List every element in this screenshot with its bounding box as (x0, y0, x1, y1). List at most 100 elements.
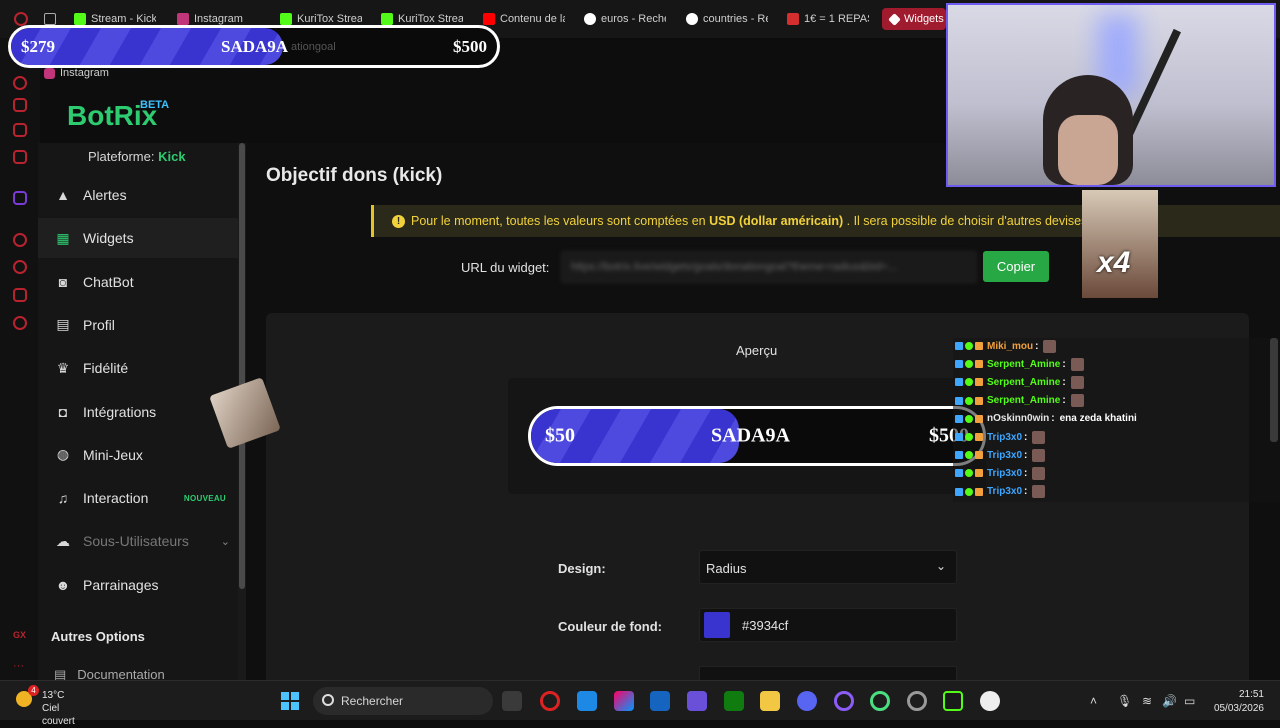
mic-icon[interactable]: 🎙 (1117, 694, 1132, 708)
tab-euros[interactable]: euros - Reche (584, 8, 666, 30)
badge-icon (975, 396, 983, 405)
next-field[interactable] (699, 666, 957, 680)
overlay-goal-name: SADA9A (221, 36, 289, 56)
opera-icon[interactable] (540, 691, 560, 711)
chat-message: Serpent_Amine : (955, 356, 1084, 372)
badge-icon (975, 342, 983, 350)
opera-air-icon[interactable] (834, 691, 854, 711)
tray-chevron-icon[interactable]: ˄ (1090, 694, 1097, 708)
chat-text: ena zeda khatini (1059, 413, 1137, 425)
settings-gear-icon[interactable] (13, 316, 27, 330)
emote-icon (1070, 375, 1084, 389)
sidebar-item-interaction[interactable]: ♫ Interaction NOUVEAU (38, 478, 238, 518)
id-card-icon: ▤ (56, 316, 70, 333)
file-explorer-icon[interactable] (760, 691, 780, 711)
task-view-icon[interactable] (502, 691, 522, 711)
tab-repas[interactable]: 1€ = 1 REPAS (787, 8, 869, 30)
opera-gx-green-icon[interactable] (870, 691, 890, 711)
emote-icon (1070, 394, 1084, 408)
warning-icon: ▲ (56, 187, 70, 203)
badge-icon (975, 451, 983, 460)
gx-mail-icon[interactable] (13, 150, 27, 164)
kick-icon (280, 13, 292, 25)
badge-icon (965, 378, 973, 387)
tasks-icon[interactable] (13, 123, 27, 137)
repas-icon (787, 13, 799, 25)
music-icon: ♫ (57, 490, 69, 507)
tab-countries[interactable]: countries - Re (686, 8, 768, 30)
badge-icon (955, 378, 963, 387)
workspace-icon[interactable] (13, 98, 27, 112)
botrix-icon (888, 12, 901, 26)
chat-username: Trip3x0 (987, 431, 1023, 443)
more-icon[interactable]: ··· (13, 660, 27, 674)
tab-contenu[interactable]: Contenu de la (483, 8, 565, 30)
gamepad-icon: ◍ (56, 446, 70, 463)
design-label: Design: (558, 561, 606, 576)
kick-app-icon[interactable] (943, 691, 963, 711)
xbox-icon[interactable] (724, 691, 744, 711)
sidebar-scroll-thumb[interactable] (239, 143, 245, 589)
history-icon[interactable] (13, 260, 27, 274)
taskbar-search[interactable]: Rechercher (313, 687, 493, 715)
page-scrollbar[interactable] (1270, 338, 1278, 442)
sidebar-item-chatbot[interactable]: ◙ ChatBot (38, 262, 238, 302)
aria-icon[interactable] (13, 76, 27, 90)
new-badge: NOUVEAU (183, 493, 226, 503)
bg-color-label: Couleur de fond: (558, 619, 662, 634)
weather-widget[interactable]: 4 13°C Ciel couvert (16, 685, 75, 727)
badge-icon (965, 451, 973, 460)
app-icon[interactable] (687, 691, 707, 711)
player-icon[interactable] (13, 233, 27, 247)
windows-taskbar: 4 13°C Ciel couvert Rechercher ˄ 🎙 ≋ 🔊 ▭ … (0, 680, 1280, 727)
sidebar-item-profil[interactable]: ▤ Profil (38, 305, 238, 345)
users-icon: ☁ (56, 532, 70, 549)
sidebar-item-integrations[interactable]: ◘ Intégrations (38, 392, 238, 432)
store-icon[interactable] (650, 691, 670, 711)
badge-icon (965, 469, 973, 478)
battery-icon[interactable]: ▭ (1184, 694, 1195, 708)
app-sidebar: Plateforme: Kick ▲ Alertes ▦ Widgets ◙ ChatBo… (38, 143, 238, 682)
sidebar-item-widgets[interactable]: ▦ Widgets (38, 218, 238, 259)
clock[interactable]: 21:51 05/03/2026 (1206, 688, 1264, 716)
copilot-icon[interactable] (614, 691, 634, 711)
overlay-goal-bar: ationgoal $279 SADA9A $500 (8, 25, 500, 68)
design-select[interactable]: Radius ⌄ (699, 550, 957, 584)
extensions-icon[interactable] (13, 288, 27, 302)
kick-icon (74, 13, 86, 25)
gx-icon[interactable]: GX (13, 630, 27, 644)
sidebar-item-mini-jeux[interactable]: ◍ Mini-Jeux (38, 435, 238, 475)
badge-icon (955, 451, 963, 460)
start-button[interactable] (281, 692, 299, 710)
badge-icon (975, 360, 983, 369)
bg-color-field[interactable]: #3934cf (699, 608, 957, 642)
widget-url-field[interactable]: https://botrix.live/widgets/goals/donati… (561, 251, 977, 283)
trophy-icon: ♛ (56, 359, 70, 376)
twitch-icon[interactable] (13, 191, 27, 205)
discord-icon[interactable] (797, 691, 817, 711)
sidebar-item-alertes[interactable]: ▲ Alertes (38, 175, 238, 215)
wifi-icon[interactable]: ≋ (1142, 694, 1152, 708)
sidebar-item-sous-utilisateurs[interactable]: ☁ Sous-Utilisateurs ⌄ (38, 521, 238, 561)
sidebar-item-parrainages[interactable]: ☻ Parrainages (38, 565, 238, 605)
badge-icon (965, 342, 973, 350)
emote-icon (1043, 339, 1057, 353)
obs-icon[interactable] (980, 691, 1000, 711)
chat-overlay: Miki_mou : Serpent_Amine : Serpent_Amine :… (953, 338, 1280, 502)
photos-icon[interactable] (577, 691, 597, 711)
sidebar-item-fidelite[interactable]: ♛ Fidélité (38, 348, 238, 388)
instagram-icon (177, 13, 189, 25)
chat-message: nOskinn0win : ena zeda khatini (955, 411, 1137, 427)
copy-button[interactable]: Copier (983, 251, 1049, 282)
badge-icon (965, 433, 973, 441)
opera-white-icon[interactable] (907, 691, 927, 711)
color-swatch[interactable] (704, 612, 730, 638)
badge-icon (975, 469, 983, 478)
volume-icon[interactable]: 🔊 (1162, 694, 1177, 708)
bookmark-instagram[interactable]: Instagram (44, 67, 109, 79)
tab-widgets[interactable]: Widgets (882, 8, 946, 30)
badge-icon (955, 414, 963, 423)
chevron-down-icon[interactable]: ⌄ (221, 535, 230, 548)
chat-username: Serpent_Amine (987, 358, 1061, 370)
badge-icon (975, 487, 983, 496)
